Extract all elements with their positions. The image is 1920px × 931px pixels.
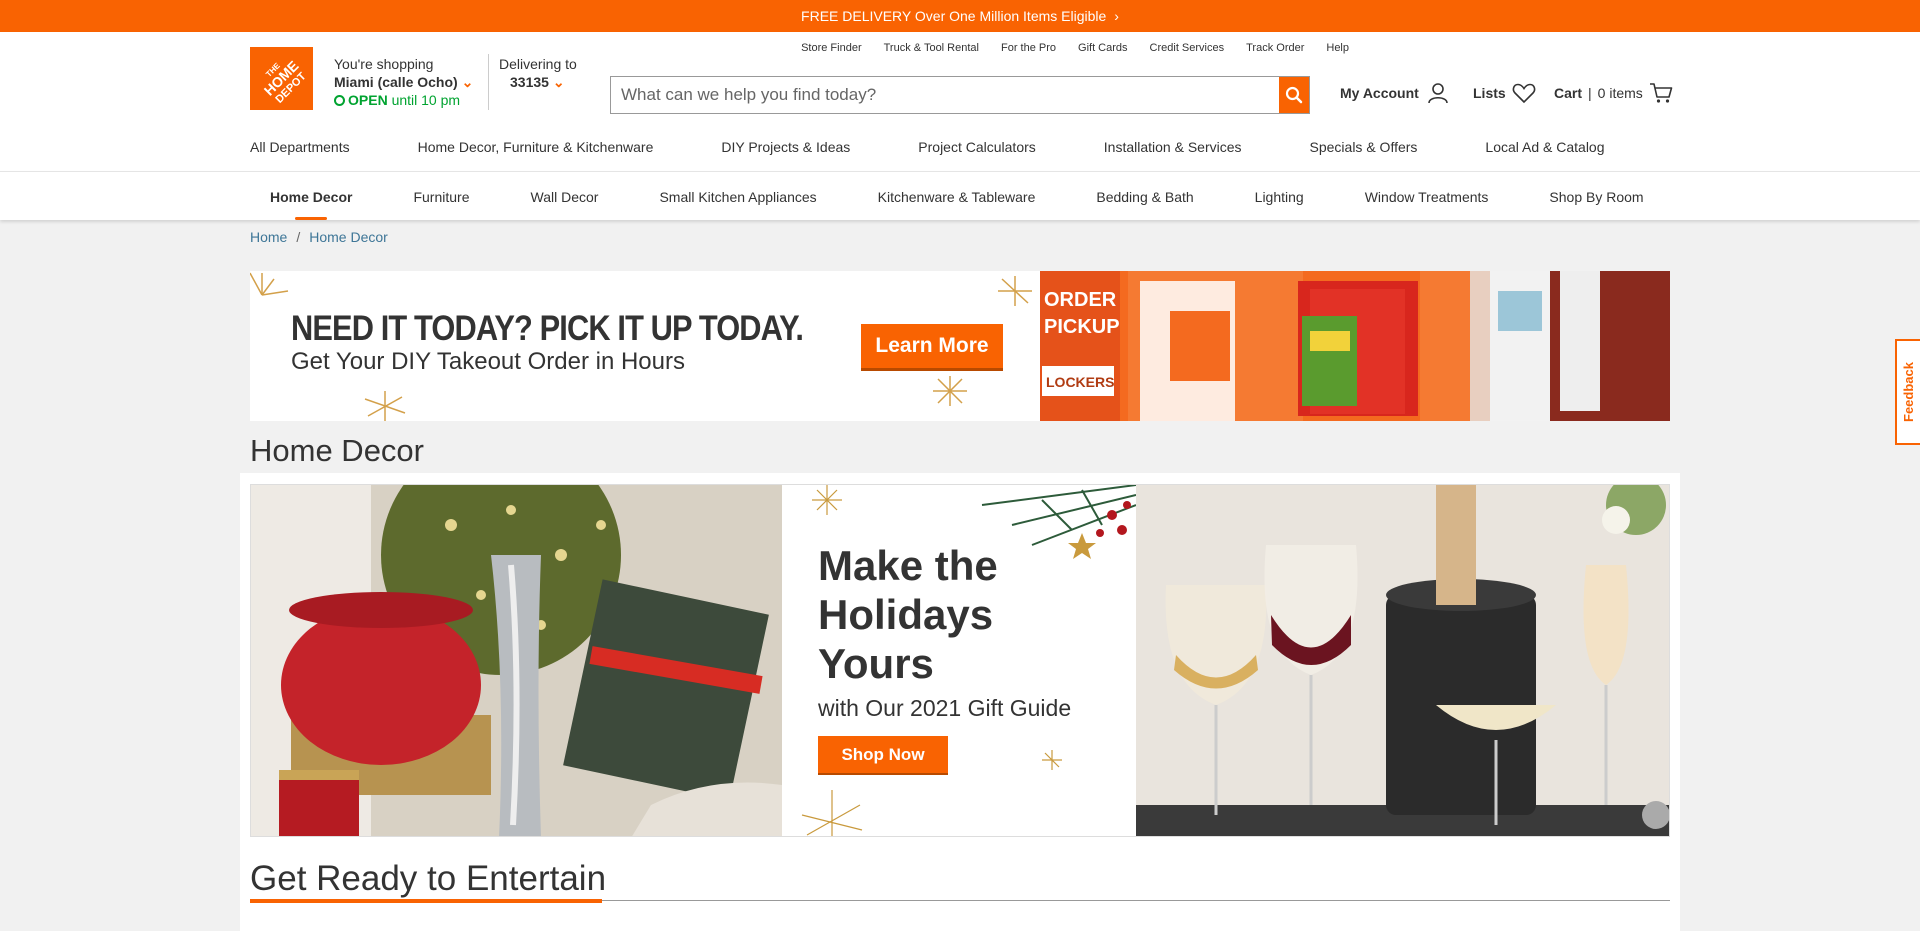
delivery-zip-selector[interactable]: Delivering to 33135 ⌄ [499, 55, 577, 91]
cart-link[interactable]: Cart | 0 items [1554, 82, 1673, 104]
subnav-shop-by-room[interactable]: Shop By Room [1549, 189, 1643, 205]
my-account-label: My Account [1340, 85, 1419, 101]
feedback-tab[interactable]: Feedback [1895, 339, 1920, 445]
section-title: Get Ready to Entertain [250, 859, 607, 898]
subnav-kitchenware-tableware[interactable]: Kitchenware & Tableware [878, 189, 1036, 205]
heart-icon [1512, 83, 1536, 104]
home-depot-logo[interactable]: THE HOME DEPOT [250, 47, 313, 110]
hero-subtitle: with Our 2021 Gift Guide [818, 695, 1072, 721]
breadcrumb-home[interactable]: Home [250, 229, 287, 245]
nav-installation-services[interactable]: Installation & Services [1104, 139, 1242, 155]
cart-icon [1649, 83, 1673, 103]
store-label: You're shopping [334, 56, 434, 72]
nav-project-calculators[interactable]: Project Calculators [918, 139, 1036, 155]
utility-link-track-order[interactable]: Track Order [1246, 42, 1304, 54]
locker-sign-pickup: PICKUP [1044, 316, 1120, 338]
breadcrumb: Home / Home Decor [250, 229, 388, 245]
utility-link-store-finder[interactable]: Store Finder [801, 42, 862, 54]
utility-link-gift-cards[interactable]: Gift Cards [1078, 42, 1128, 54]
store-hours: OPEN until 10 pm [334, 91, 473, 109]
learn-more-button[interactable]: Learn More [861, 324, 1003, 368]
site-header: THE HOME DEPOT You're shopping Miami (ca… [0, 32, 1920, 171]
cart-label: Cart [1554, 85, 1583, 101]
feedback-label: Feedback [1901, 362, 1916, 422]
nav-home-decor-furniture-kitchenware[interactable]: Home Decor, Furniture & Kitchenware [418, 139, 654, 155]
chevron-down-icon[interactable]: ⌄ [462, 74, 474, 90]
nav-diy-projects-ideas[interactable]: DIY Projects & Ideas [721, 139, 850, 155]
logo-icon: THE HOME DEPOT [250, 47, 313, 110]
cart-count: 0 items [1597, 85, 1643, 101]
subnav-wall-decor[interactable]: Wall Decor [531, 189, 599, 205]
utility-link-credit-services[interactable]: Credit Services [1150, 42, 1225, 54]
wine-glasses-image [1136, 485, 1669, 836]
breadcrumb-home-decor[interactable]: Home Decor [309, 229, 388, 245]
section-accent-bar [250, 899, 602, 903]
breadcrumb-separator: / [296, 229, 301, 245]
search-input[interactable] [611, 77, 1279, 113]
pickup-lockers-banner[interactable]: NEED IT TODAY? PICK IT UP TODAY. Get You… [250, 271, 1670, 421]
promo-text[interactable]: FREE DELIVERY Over One Million Items Eli… [801, 8, 1106, 24]
search-button[interactable] [1279, 77, 1309, 113]
subnav-home-decor[interactable]: Home Decor [270, 189, 352, 220]
open-status-icon [334, 95, 345, 106]
nav-specials-offers[interactable]: Specials & Offers [1310, 139, 1418, 155]
cart-separator: | [1588, 85, 1592, 101]
delivery-label: Delivering to [499, 56, 577, 72]
chevron-down-icon[interactable]: ⌄ [553, 74, 565, 90]
my-account-link[interactable]: My Account [1340, 82, 1449, 104]
store-name[interactable]: Miami (calle Ocho) [334, 74, 458, 90]
category-subnav: Home Decor Furniture Wall Decor Small Ki… [0, 171, 1920, 220]
subnav-small-kitchen-appliances[interactable]: Small Kitchen Appliances [659, 189, 816, 205]
utility-link-help[interactable]: Help [1326, 42, 1349, 54]
store-selector[interactable]: You're shopping Miami (calle Ocho) ⌄ OPE… [334, 55, 473, 109]
lists-label: Lists [1473, 85, 1506, 101]
hero-title: Make the Holidays Yours [818, 542, 998, 687]
nav-all-departments[interactable]: All Departments [250, 139, 350, 155]
pickup-lockers-image: ORDER PICKUP LOCKERS [1040, 271, 1670, 421]
banner-subline: Get Your DIY Takeout Order in Hours [291, 348, 685, 375]
page-title: Home Decor [250, 433, 424, 468]
utility-link-for-the-pro[interactable]: For the Pro [1001, 42, 1056, 54]
gift-guide-hero[interactable]: Make the Holidays Yours with Our 2021 Gi… [250, 484, 1670, 837]
search-bar [610, 76, 1310, 114]
gift-guide-panel: Make the Holidays Yours with Our 2021 Gi… [782, 485, 1136, 836]
holiday-cookware-image [251, 485, 782, 836]
nav-local-ad-catalog[interactable]: Local Ad & Catalog [1485, 139, 1604, 155]
utility-links: Store Finder Truck & Tool Rental For the… [801, 42, 1349, 54]
locker-sign-lockers: LOCKERS [1046, 374, 1114, 390]
subnav-window-treatments[interactable]: Window Treatments [1365, 189, 1489, 205]
shop-now-button[interactable]: Shop Now [818, 736, 948, 773]
subnav-furniture[interactable]: Furniture [413, 189, 469, 205]
promo-bar[interactable]: FREE DELIVERY Over One Million Items Eli… [0, 0, 1920, 32]
locker-sign-order: ORDER [1044, 289, 1117, 311]
subnav-lighting[interactable]: Lighting [1255, 189, 1304, 205]
banner-headline: NEED IT TODAY? PICK IT UP TODAY. [291, 309, 804, 348]
delivery-zip[interactable]: 33135 [499, 74, 549, 90]
user-icon [1428, 83, 1448, 104]
main-nav: All Departments Home Decor, Furniture & … [250, 139, 1673, 155]
chevron-right-icon: › [1114, 8, 1119, 24]
lists-link[interactable]: Lists [1473, 82, 1536, 104]
subnav-bedding-bath[interactable]: Bedding & Bath [1096, 189, 1193, 205]
header-divider [488, 54, 489, 110]
utility-link-truck-tool-rental[interactable]: Truck & Tool Rental [884, 42, 979, 54]
hero-section: Make the Holidays Yours with Our 2021 Gi… [240, 473, 1680, 931]
search-icon [1285, 86, 1303, 104]
